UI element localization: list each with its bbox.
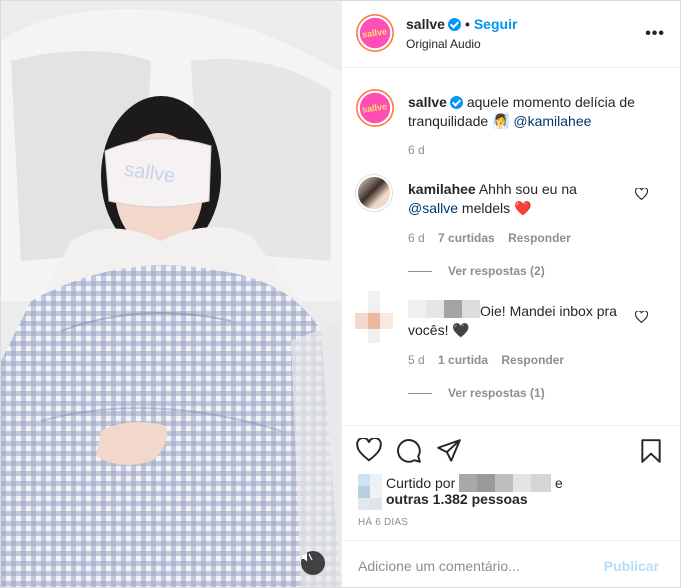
- caption-text-block: sallve aquele momento delícia de tranqui…: [408, 93, 660, 131]
- post-photo: sallve: [1, 1, 341, 587]
- save-icon: [641, 439, 661, 463]
- view-replies-2-label: Ver respostas (1): [448, 386, 545, 400]
- author-row: sallve • Seguir: [406, 16, 517, 32]
- caption-username[interactable]: sallve: [408, 94, 447, 110]
- post-actions: Curtido por e outras 1.382 pessoas HÁ 6 …: [342, 425, 681, 587]
- mute-icon: [302, 552, 313, 562]
- post-header: sallve sallve • Seguir Original Audio •••: [342, 1, 681, 68]
- comment-avatar[interactable]: [356, 175, 392, 211]
- likes-summary: Curtido por e outras 1.382 pessoas: [358, 474, 563, 514]
- audio-label[interactable]: Original Audio: [406, 37, 481, 51]
- comment-meta: 6 d 7 curtidas Responder: [408, 231, 571, 245]
- replies-line: [408, 271, 432, 273]
- share-button[interactable]: [436, 438, 462, 464]
- author-avatar[interactable]: sallve: [356, 14, 394, 52]
- post-media[interactable]: sallve: [1, 1, 341, 587]
- save-button[interactable]: [638, 438, 664, 464]
- post-side-panel: sallve sallve • Seguir Original Audio ••• …: [341, 1, 681, 587]
- comment-2-like-button[interactable]: [635, 311, 648, 323]
- heart-icon: [635, 311, 648, 323]
- comment-icon: [397, 439, 421, 463]
- blurred-avatar[interactable]: [355, 291, 393, 343]
- comment-2-reply-button[interactable]: Responder: [501, 353, 564, 367]
- comment-text: Ahhh sou eu na: [478, 181, 577, 197]
- view-replies-label: Ver respostas (2): [448, 264, 545, 278]
- comment-2-text: Oie! Mandei inbox pra vocês! 🖤: [408, 303, 617, 338]
- post-timestamp[interactable]: HÁ 6 DIAS: [358, 517, 408, 528]
- comment-age: 6 d: [408, 231, 425, 245]
- verified-icon: [447, 18, 461, 31]
- comment-text-2: meldels: [461, 200, 511, 216]
- comment-button[interactable]: [396, 438, 422, 464]
- comment-2-likes[interactable]: 1 curtida: [438, 353, 488, 367]
- comment-username[interactable]: kamilahee: [408, 181, 476, 197]
- post-modal: sallve sallve sallve • Seguir Original A…: [0, 0, 681, 588]
- mute-button[interactable]: [301, 551, 325, 575]
- heart-icon: [635, 188, 648, 200]
- add-comment-bar: Adicione um comentário... Publicar: [342, 540, 681, 588]
- comment-like-button[interactable]: [635, 188, 648, 200]
- comment-mention[interactable]: @sallve: [408, 200, 458, 216]
- heart-icon: [356, 438, 382, 462]
- publish-button[interactable]: Publicar: [604, 558, 659, 574]
- view-replies-button[interactable]: Ver respostas (2): [408, 264, 545, 278]
- liked-by-prefix: Curtido por: [386, 475, 456, 491]
- more-icon[interactable]: •••: [645, 25, 665, 43]
- caption-avatar[interactable]: sallve: [356, 89, 394, 127]
- comment-2-meta: 5 d 1 curtida Responder: [408, 353, 564, 367]
- view-replies-2-button[interactable]: Ver respostas (1): [408, 386, 545, 400]
- liker-avatar-blurred[interactable]: [358, 474, 382, 510]
- share-icon: [437, 439, 461, 462]
- author-username[interactable]: sallve: [406, 16, 445, 32]
- caption-avatar-logo: sallve: [361, 101, 389, 115]
- like-button[interactable]: [356, 438, 382, 464]
- comment-reply-button[interactable]: Responder: [508, 231, 571, 245]
- liked-by-suffix: e: [555, 475, 563, 491]
- follow-button[interactable]: Seguir: [474, 16, 518, 32]
- comment-2-age: 5 d: [408, 353, 425, 367]
- comment-text-block: kamilahee Ahhh sou eu na @sallve meldels…: [408, 180, 638, 218]
- comment-likes[interactable]: 7 curtidas: [438, 231, 495, 245]
- caption-mention[interactable]: @kamilahee: [513, 113, 591, 129]
- separator-dot: •: [464, 16, 470, 32]
- comment-input[interactable]: Adicione um comentário...: [358, 558, 520, 574]
- caption-age: 6 d: [408, 143, 425, 157]
- caption-verified-icon: [449, 96, 463, 109]
- avatar-logo: sallve: [361, 26, 389, 40]
- heart-emoji: ❤️: [514, 200, 532, 216]
- replies-2-line: [408, 393, 432, 395]
- likes-others[interactable]: outras 1.382 pessoas: [386, 490, 528, 508]
